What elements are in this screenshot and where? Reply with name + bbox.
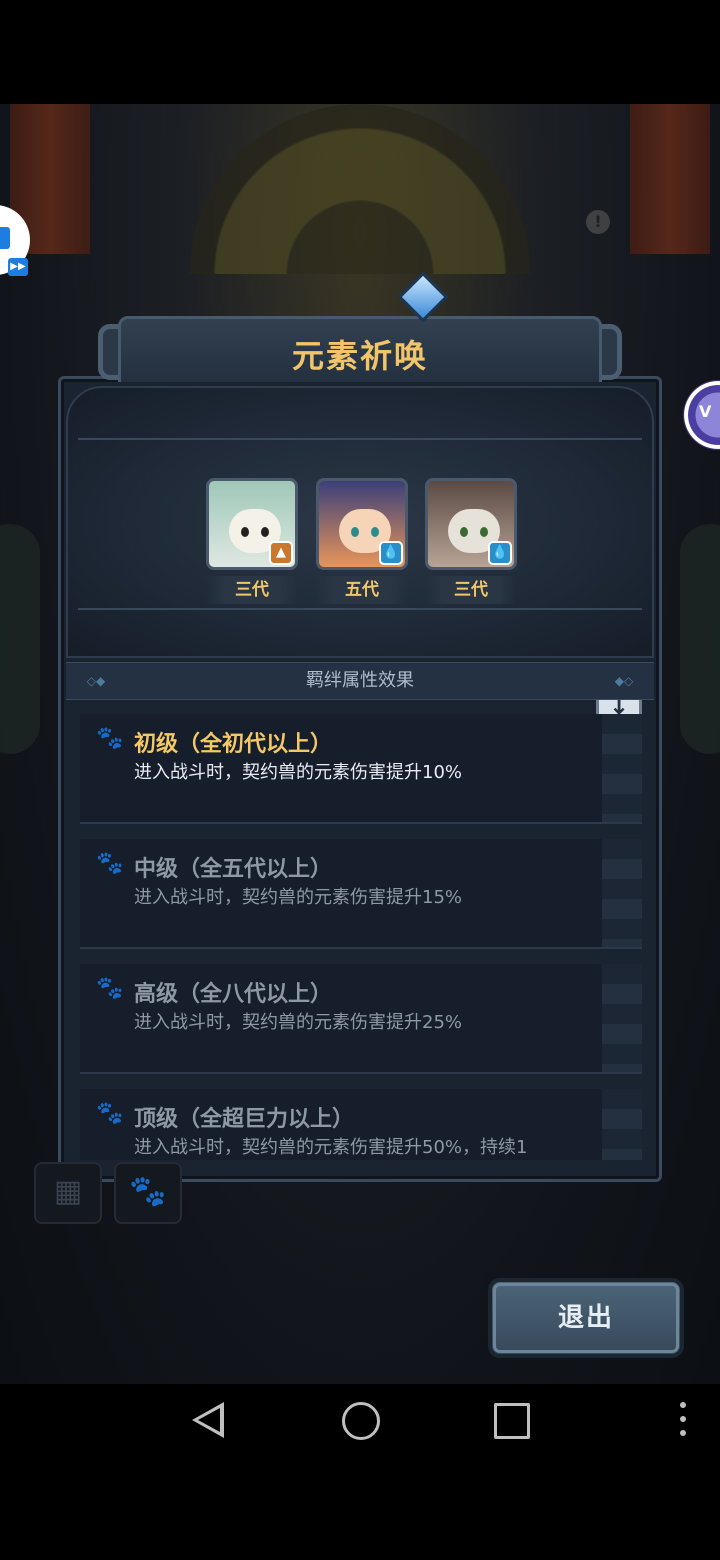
chain-decoration: [602, 839, 642, 947]
home-icon[interactable]: [342, 1402, 380, 1440]
pet-portrait: ▲: [206, 478, 298, 570]
chain-decoration: [602, 964, 642, 1072]
exit-button[interactable]: 退出: [488, 1278, 684, 1358]
pet-slot-2[interactable]: 💧 五代: [316, 478, 408, 604]
pet-eye: [371, 527, 379, 537]
element-summon-dialog: 元素祈唤 ▲ 三代 💧 五代 💧 三代 ↓ ◇◆ 羁绊属性效果 ◆◇ 🐾 初级（…: [58, 271, 662, 1182]
pet-generation: 五代: [316, 576, 408, 604]
chain-decoration: [602, 1089, 642, 1160]
paw-icon: 🐾: [96, 976, 124, 1001]
paw-menu-icon[interactable]: 🐾: [114, 1162, 182, 1224]
grid-menu-icon[interactable]: ▦: [34, 1162, 102, 1224]
more-options-icon[interactable]: [680, 1402, 686, 1444]
bond-title: 中级（全五代以上）: [134, 857, 333, 882]
bond-item-tier1: 🐾 初级（全初代以上） 进入战斗时，契约兽的元素伤害提升10%: [80, 714, 642, 824]
water-element-icon: 💧: [488, 541, 512, 565]
stained-glass-window: [190, 104, 530, 274]
bond-description: 进入战斗时，契约兽的元素伤害提升25%: [134, 1012, 463, 1033]
team-display: ▲ 三代 💧 五代 💧 三代 ↓: [66, 386, 654, 726]
pet-slot-3[interactable]: 💧 三代: [425, 478, 517, 604]
pet-eye: [241, 527, 249, 537]
water-element-icon: 💧: [379, 541, 403, 565]
pet-slot-1[interactable]: ▲ 三代: [206, 478, 298, 604]
status-bar: [0, 0, 720, 104]
pet-eye: [351, 527, 359, 537]
header-deco-left: ◇◆: [86, 674, 106, 688]
bond-description: 进入战斗时，契约兽的元素伤害提升10%: [134, 762, 463, 783]
bg-shadow-left: [0, 524, 40, 754]
earth-element-icon: ▲: [269, 541, 293, 565]
chain-decoration: [602, 714, 642, 822]
paw-icon: 🐾: [96, 726, 124, 751]
bond-title: 顶级（全超巨力以上）: [134, 1107, 355, 1132]
header-deco-right: ◆◇: [614, 674, 634, 688]
pet-generation: 三代: [425, 576, 517, 604]
bond-title: 高级（全八代以上）: [134, 982, 333, 1007]
bond-item-tier3: 🐾 高级（全八代以上） 进入战斗时，契约兽的元素伤害提升25%: [80, 964, 642, 1074]
back-icon[interactable]: [192, 1402, 224, 1438]
bond-item-tier4: 🐾 顶级（全超巨力以上） 进入战斗时，契约兽的元素伤害提升50%，持续1: [80, 1089, 642, 1160]
title-bar: 元素祈唤: [118, 271, 602, 382]
pet-eye: [261, 527, 269, 537]
curtain-right: [630, 104, 710, 254]
bond-header-label: 羁绊属性效果: [306, 670, 414, 691]
bond-description: 进入战斗时，契约兽的元素伤害提升15%: [134, 887, 463, 908]
pet-portrait: 💧: [316, 478, 408, 570]
bond-description: 进入战斗时，契约兽的元素伤害提升50%，持续1: [134, 1137, 528, 1158]
bond-item-tier2: 🐾 中级（全五代以上） 进入战斗时，契约兽的元素伤害提升15%: [80, 839, 642, 949]
pet-portrait: 💧: [425, 478, 517, 570]
paw-icon: 🐾: [96, 851, 124, 876]
recent-apps-icon[interactable]: [494, 1403, 530, 1439]
dialog-title: 元素祈唤: [291, 337, 428, 375]
team-divider-bottom: [78, 608, 642, 610]
alert-icon: !: [586, 210, 610, 234]
pet-generation: 三代: [206, 576, 298, 604]
paw-icon: 🐾: [96, 1101, 124, 1126]
bond-title: 初级（全初代以上）: [134, 732, 333, 757]
android-nav-bar: [0, 1384, 720, 1560]
bond-list[interactable]: 🐾 初级（全初代以上） 进入战斗时，契约兽的元素伤害提升10% 🐾 中级（全五代…: [80, 714, 642, 1160]
pet-eye: [460, 527, 468, 537]
pet-eye: [480, 527, 488, 537]
bond-effects-header: ◇◆ 羁绊属性效果 ◆◇: [66, 662, 654, 700]
fast-forward-icon[interactable]: ▶▶: [8, 258, 28, 276]
bg-shadow-right: [680, 524, 720, 754]
team-divider-top: [78, 438, 642, 440]
